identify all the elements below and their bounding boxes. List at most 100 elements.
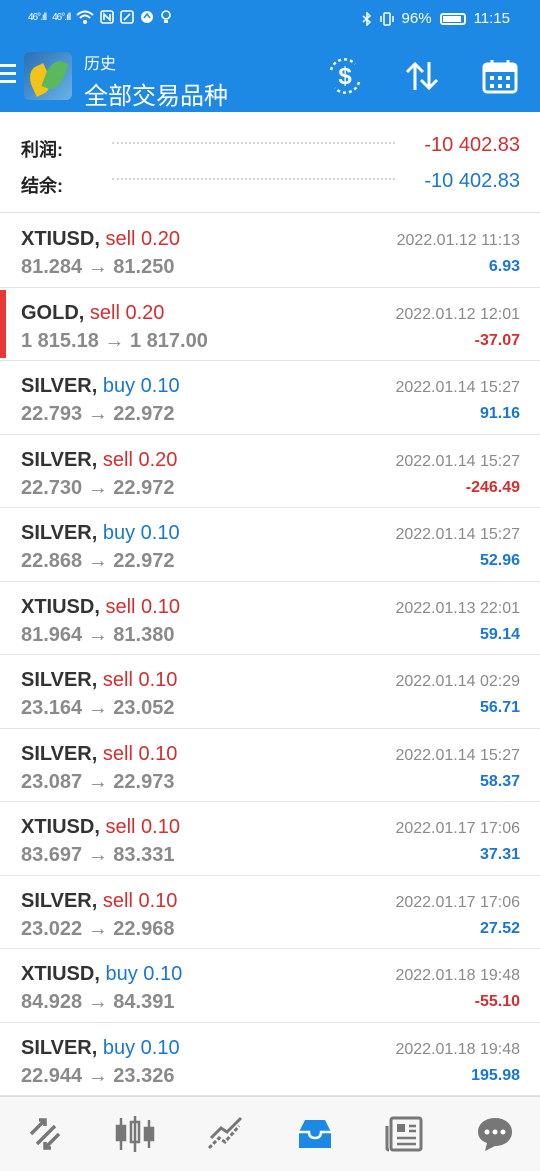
symbol-name: SILVER, <box>21 448 98 471</box>
trade-side: sell 0.10 <box>105 595 180 618</box>
metatrader-logo <box>24 52 72 100</box>
signal-1: 46°.ıll <box>28 11 47 23</box>
symbol-name: SILVER, <box>21 522 98 544</box>
trade-prices: 22.730 → 22.972 <box>21 476 175 499</box>
symbol-name: XTIUSD, <box>21 963 100 985</box>
trade-time: 2022.01.14 15:27 <box>395 746 520 764</box>
news-icon[interactable] <box>375 1104 435 1164</box>
trade-symbol: SILVER, buy 0.10 <box>21 1037 180 1060</box>
dotted-leader <box>112 142 395 144</box>
trade-history-list[interactable]: XTIUSD, sell 0.20 81.284 → 81.250 2022.01.… <box>0 214 540 1096</box>
svg-text:$: $ <box>338 63 352 90</box>
trade-time: 2022.01.12 12:01 <box>395 305 520 323</box>
symbol-name: XTIUSD, <box>21 228 100 250</box>
vibrate-icon <box>379 11 394 26</box>
symbol-name: SILVER, <box>21 669 98 691</box>
profit-label: 利润: <box>21 140 63 160</box>
battery-icon <box>439 12 466 25</box>
status-bar: 46°.ıll 46°.ıll 96% 11:15 <box>0 0 540 40</box>
summary-panel: 利润: -10 402.83 结余: -10 402.83 <box>0 112 540 213</box>
trade-symbol: XTIUSD, sell 0.20 <box>21 228 180 251</box>
history-inbox-icon[interactable] <box>285 1104 345 1164</box>
symbol-name: GOLD, <box>21 301 85 324</box>
bluetooth-icon <box>362 11 371 26</box>
trade-symbol: XTIUSD, buy 0.10 <box>21 963 182 986</box>
menu-icon[interactable] <box>0 64 16 88</box>
trade-symbol: XTIUSD, sell 0.10 <box>21 596 180 619</box>
trade-time: 2022.01.12 11:13 <box>396 232 520 249</box>
trade-row[interactable]: SILVER, buy 0.10 22.793 → 22.972 2022.01.1… <box>0 361 540 435</box>
trade-profit: 58.37 <box>479 772 520 790</box>
symbol-name: SILVER, <box>21 375 98 397</box>
symbol-name: SILVER, <box>21 889 98 912</box>
balance-row: 结余: -10 402.83 <box>0 164 540 200</box>
trade-prices: 83.697 → 83.331 <box>21 844 175 866</box>
trade-time: 2022.01.17 17:06 <box>395 893 520 911</box>
trade-row[interactable]: GOLD, sell 0.20 1 815.18 → 1 817.00 2022.0… <box>0 288 540 361</box>
trade-time: 2022.01.14 02:29 <box>395 673 520 690</box>
trade-time: 2022.01.13 22:01 <box>395 599 520 617</box>
bulb-icon <box>161 10 172 23</box>
trade-prices: 81.964 → 81.380 <box>21 623 175 646</box>
trade-profit: 91.16 <box>479 405 520 422</box>
trade-row[interactable]: SILVER, sell 0.10 23.087 → 22.973 2022.01.… <box>0 729 540 802</box>
trade-time: 2022.01.14 15:27 <box>395 526 520 543</box>
trade-side: buy 0.10 <box>102 522 180 544</box>
trade-time: 2022.01.18 19:48 <box>395 1040 520 1058</box>
page-subtitle: 历史 <box>84 56 117 73</box>
trade-row[interactable]: SILVER, sell 0.10 23.164 → 23.052 2022.01.… <box>0 655 540 729</box>
app-header: 历史 全部交易品种 $ <box>0 40 540 112</box>
trade-row[interactable]: SILVER, sell 0.20 22.730 → 22.972 2022.01.… <box>0 435 540 508</box>
chat-icon[interactable] <box>465 1104 525 1164</box>
trade-row[interactable]: SILVER, sell 0.10 23.022 → 22.968 2022.01.… <box>0 876 540 949</box>
trade-row[interactable]: XTIUSD, sell 0.10 83.697 → 83.331 2022.01.… <box>0 802 540 876</box>
trade-row[interactable]: XTIUSD, sell 0.10 81.964 → 81.380 2022.01.… <box>0 582 540 655</box>
dotted-leader <box>112 178 395 180</box>
chart-candles-icon[interactable] <box>105 1104 165 1164</box>
trade-row[interactable]: SILVER, buy 0.10 22.868 → 22.972 2022.01.1… <box>0 508 540 582</box>
exchange-dollar-icon[interactable]: $ <box>325 56 365 96</box>
trade-symbol: SILVER, buy 0.10 <box>21 375 180 398</box>
profit-value: -10 402.83 <box>424 134 520 156</box>
calendar-icon[interactable] <box>480 56 520 96</box>
trade-profit: 27.52 <box>479 919 520 937</box>
trade-profit: 59.14 <box>479 625 520 643</box>
battery-percent: 96% <box>401 10 432 27</box>
trade-profit: 52.96 <box>479 552 520 569</box>
symbol-name: XTIUSD, <box>21 816 100 838</box>
symbol-name: SILVER, <box>21 1036 98 1059</box>
signal-2: 46°.ıll <box>52 11 71 23</box>
trade-side: sell 0.10 <box>102 669 178 691</box>
trade-profit: 37.31 <box>479 846 520 863</box>
trade-prices: 1 815.18 → 1 817.00 <box>21 329 208 352</box>
symbol-name: XTIUSD, <box>21 595 100 618</box>
sort-icon[interactable] <box>402 56 442 96</box>
trade-icon[interactable] <box>195 1104 255 1164</box>
trade-time: 2022.01.17 17:06 <box>395 820 520 837</box>
trade-prices: 84.928 → 84.391 <box>21 991 175 1013</box>
trade-symbol: SILVER, sell 0.10 <box>21 890 177 913</box>
page-title[interactable]: 全部交易品种 <box>84 76 228 111</box>
trade-symbol: SILVER, buy 0.10 <box>21 522 180 545</box>
trade-profit: -37.07 <box>474 331 520 349</box>
trade-row[interactable]: SILVER, buy 0.10 22.944 → 23.326 2022.01.1… <box>0 1023 540 1096</box>
nfc-icon <box>100 10 115 24</box>
trade-row[interactable]: XTIUSD, buy 0.10 84.928 → 84.391 2022.01.1… <box>0 949 540 1023</box>
clock: 11:15 <box>473 10 510 27</box>
balance-label: 结余: <box>21 176 63 196</box>
trade-time: 2022.01.14 15:27 <box>395 379 520 396</box>
trade-prices: 23.087 → 22.973 <box>21 770 175 793</box>
trade-side: sell 0.10 <box>105 816 180 838</box>
trade-prices: 81.284 → 81.250 <box>21 256 175 278</box>
profit-row: 利润: -10 402.83 <box>0 128 540 164</box>
trade-symbol: SILVER, sell 0.20 <box>21 449 177 472</box>
quotes-icon[interactable] <box>15 1104 75 1164</box>
trade-time: 2022.01.18 19:48 <box>395 967 520 984</box>
trade-side: sell 0.20 <box>105 228 180 250</box>
symbol-name: SILVER, <box>21 742 98 765</box>
trade-row[interactable]: XTIUSD, sell 0.20 81.284 → 81.250 2022.01.… <box>0 214 540 288</box>
trade-prices: 23.022 → 22.968 <box>21 917 175 940</box>
trade-prices: 22.793 → 22.972 <box>21 403 175 425</box>
trade-profit: 195.98 <box>471 1066 520 1084</box>
trade-time: 2022.01.14 15:27 <box>395 452 520 470</box>
